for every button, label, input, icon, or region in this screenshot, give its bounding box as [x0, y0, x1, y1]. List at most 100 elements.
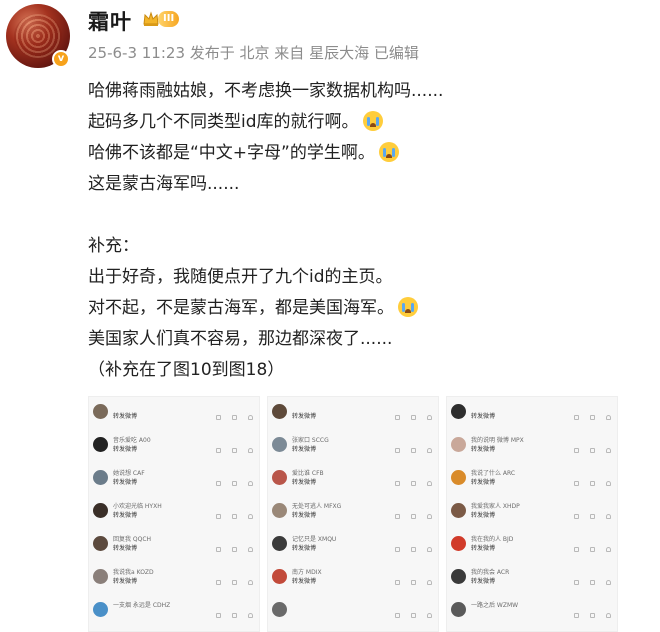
user-name: 我爱我家人 XHDP — [471, 503, 520, 510]
user-name: 爱比谁 CFB — [292, 470, 324, 477]
comment-icon — [411, 613, 416, 618]
screenshot-thumbnail[interactable]: 转发微博 我的说明 微博 MPX 转发微博我说了什么 ARC 转发微博 我爱我家人 XH… — [446, 396, 618, 632]
repost-label: 转发微博 — [292, 545, 317, 552]
share-icon — [395, 514, 400, 519]
user-name: 南方 MDIX — [292, 569, 322, 576]
list-item — [268, 597, 438, 630]
crying-emoji-icon — [378, 142, 399, 162]
post-line: 这是蒙古海军吗...... — [88, 174, 240, 194]
like-icon — [248, 547, 253, 552]
comment-icon — [590, 514, 595, 519]
like-icon — [248, 514, 253, 519]
share-icon — [216, 481, 221, 486]
comment-icon — [590, 415, 595, 420]
user-name: 我的我会 ACR — [471, 569, 510, 576]
repost-label: 转发微博 — [292, 413, 317, 420]
post-line-blank — [88, 200, 648, 231]
avatar — [451, 536, 466, 551]
share-icon — [216, 514, 221, 519]
screenshot-thumbnail[interactable]: 转发微博 张家口 SCCG 转发微博 爱比谁 CFB 转发微博 无处可逃人 MFXG 转发微… — [267, 396, 439, 632]
post-line: 起码多几个不同类型id库的就行啊。 — [88, 107, 648, 138]
like-icon — [248, 448, 253, 453]
avatar — [272, 536, 287, 551]
share-icon — [216, 613, 221, 618]
user-name: 记忆只是 XMQU — [292, 536, 337, 543]
user-name: 我说了什么 ARC — [471, 470, 516, 477]
list-item: 一支烟 永远是 CDHZ — [89, 597, 259, 630]
user-name: 她说想 CAF — [113, 470, 145, 477]
list-item: 南方 MDIX 转发微博 — [268, 564, 438, 597]
list-item: 张家口 SCCG 转发微博 — [268, 432, 438, 465]
share-icon — [395, 580, 400, 585]
comment-icon — [411, 547, 416, 552]
avatar — [272, 437, 287, 452]
share-icon — [395, 547, 400, 552]
like-icon — [427, 481, 432, 486]
avatar — [272, 404, 287, 419]
comment-icon — [232, 415, 237, 420]
repost-label: 转发微博 — [113, 446, 138, 453]
comment-icon — [411, 580, 416, 585]
crying-emoji-icon — [398, 297, 418, 317]
like-icon — [606, 580, 611, 585]
repost-label: 转发微博 — [292, 512, 317, 519]
avatar — [93, 536, 108, 551]
list-item: 无处可逃人 MFXG 转发微博 — [268, 498, 438, 531]
list-item: 我的说明 微博 MPX 转发微博 — [447, 432, 617, 465]
list-item: 爱比谁 CFB 转发微博 — [268, 465, 438, 498]
share-icon — [574, 580, 579, 585]
list-item: 转发微博 — [268, 399, 438, 432]
like-icon — [248, 580, 253, 585]
like-icon — [606, 481, 611, 486]
repost-label: 转发微博 — [113, 479, 138, 486]
comment-icon — [590, 613, 595, 618]
share-icon — [574, 481, 579, 486]
user-name: 无处可逃人 MFXG — [292, 503, 342, 510]
comment-icon — [232, 580, 237, 585]
user-name: 一支烟 永远是 CDHZ — [113, 602, 171, 609]
repost-label: 转发微博 — [113, 578, 138, 585]
repost-label: 转发微博 — [113, 545, 138, 552]
like-icon — [427, 514, 432, 519]
like-icon — [427, 448, 432, 453]
like-icon — [427, 415, 432, 420]
comment-icon — [232, 448, 237, 453]
comment-icon — [411, 448, 416, 453]
screenshot-thumbnail[interactable]: 转发微博 音乐爱吃 A00 转发微博 她说想 CAF 转发微博 小欢迎光临 HYXH 转发微… — [88, 396, 260, 632]
share-icon — [574, 415, 579, 420]
list-item: 音乐爱吃 A00 转发微博 — [89, 432, 259, 465]
post-line: 美国家人们真不容易，那边都深夜了...... — [88, 329, 393, 349]
post-line: 出于好奇，我随便点开了九个id的主页。 — [88, 267, 393, 287]
avatar — [272, 569, 287, 584]
like-icon — [427, 613, 432, 618]
repost-label: 转发微博 — [292, 578, 317, 585]
repost-label: 转发微博 — [113, 512, 138, 519]
repost-label: 转发微博 — [471, 545, 496, 552]
avatar — [93, 470, 108, 485]
username[interactable]: 霜叶 — [88, 6, 132, 36]
list-item: 我的我会 ACR 转发微博 — [447, 564, 617, 597]
comment-icon — [590, 481, 595, 486]
repost-label: 转发微博 — [292, 479, 317, 486]
avatar — [93, 602, 108, 617]
list-item: 我在我的人 BJD 转发微博 — [447, 531, 617, 564]
avatar — [93, 569, 108, 584]
image-grid: 转发微博 音乐爱吃 A00 转发微博 她说想 CAF 转发微博 小欢迎光临 HYXH 转发微… — [88, 396, 618, 632]
crying-emoji-icon — [362, 111, 383, 131]
user-name: 小欢迎光临 HYXH — [113, 503, 162, 510]
avatar — [451, 470, 466, 485]
share-icon — [395, 481, 400, 486]
user-name: 音乐爱吃 A00 — [113, 437, 151, 444]
like-icon — [248, 613, 253, 618]
comment-icon — [411, 415, 416, 420]
user-name: 张家口 SCCG — [292, 437, 329, 444]
avatar — [272, 503, 287, 518]
level-badge: III — [158, 11, 180, 27]
repost-label: 转发微博 — [471, 512, 496, 519]
post-body: 哈佛蒋雨融姑娘，不考虑换一家数据机构吗...... 起码多几个不同类型id库的就… — [88, 76, 648, 386]
share-icon — [574, 448, 579, 453]
share-icon — [216, 580, 221, 585]
like-icon — [606, 448, 611, 453]
comment-icon — [232, 481, 237, 486]
share-icon — [395, 613, 400, 618]
